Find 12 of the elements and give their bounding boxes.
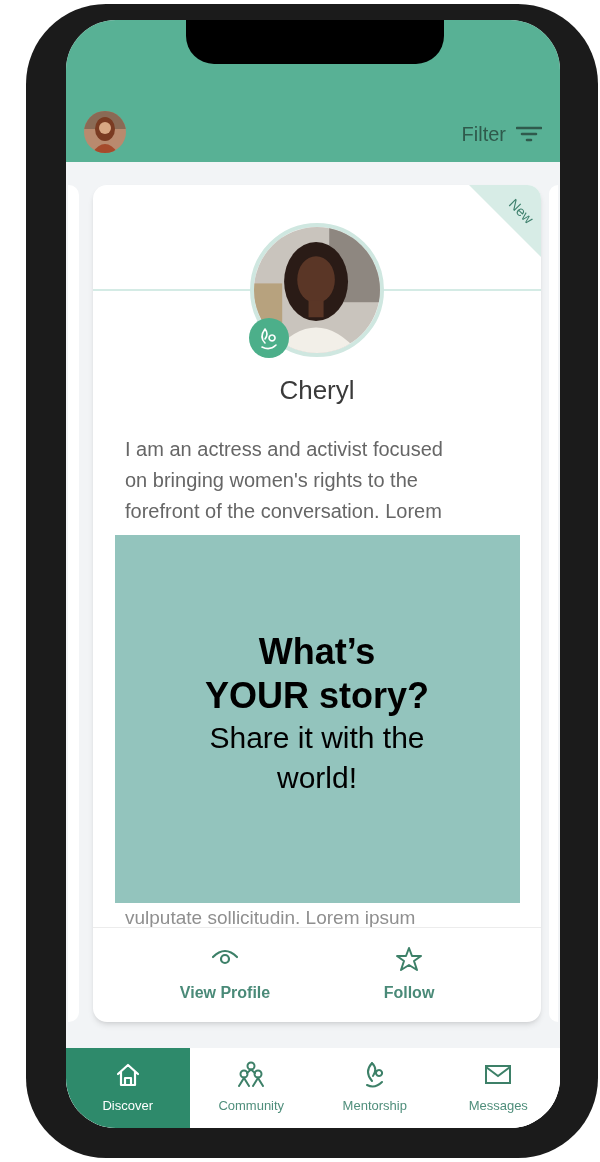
profile-name: Cheryl — [279, 374, 355, 407]
mentorship-badge-icon — [248, 317, 290, 359]
filter-icon — [516, 126, 542, 142]
profile-bio: I am an actress and activist focused on bringing women's rights to the forefront of the conversation. Lorem — [125, 437, 444, 524]
promo-headline: YOUR story? — [204, 674, 429, 718]
view-profile-button[interactable]: View Profile — [160, 945, 290, 1005]
star-icon — [394, 945, 424, 973]
nav-tab[interactable]: Discover — [66, 1048, 190, 1128]
follow-button[interactable]: Follow — [344, 945, 474, 1005]
promo-subline: Share it with the world! — [208, 720, 426, 796]
filter-button[interactable]: Filter — [461, 119, 542, 149]
promo-headline: What’s — [258, 630, 376, 674]
